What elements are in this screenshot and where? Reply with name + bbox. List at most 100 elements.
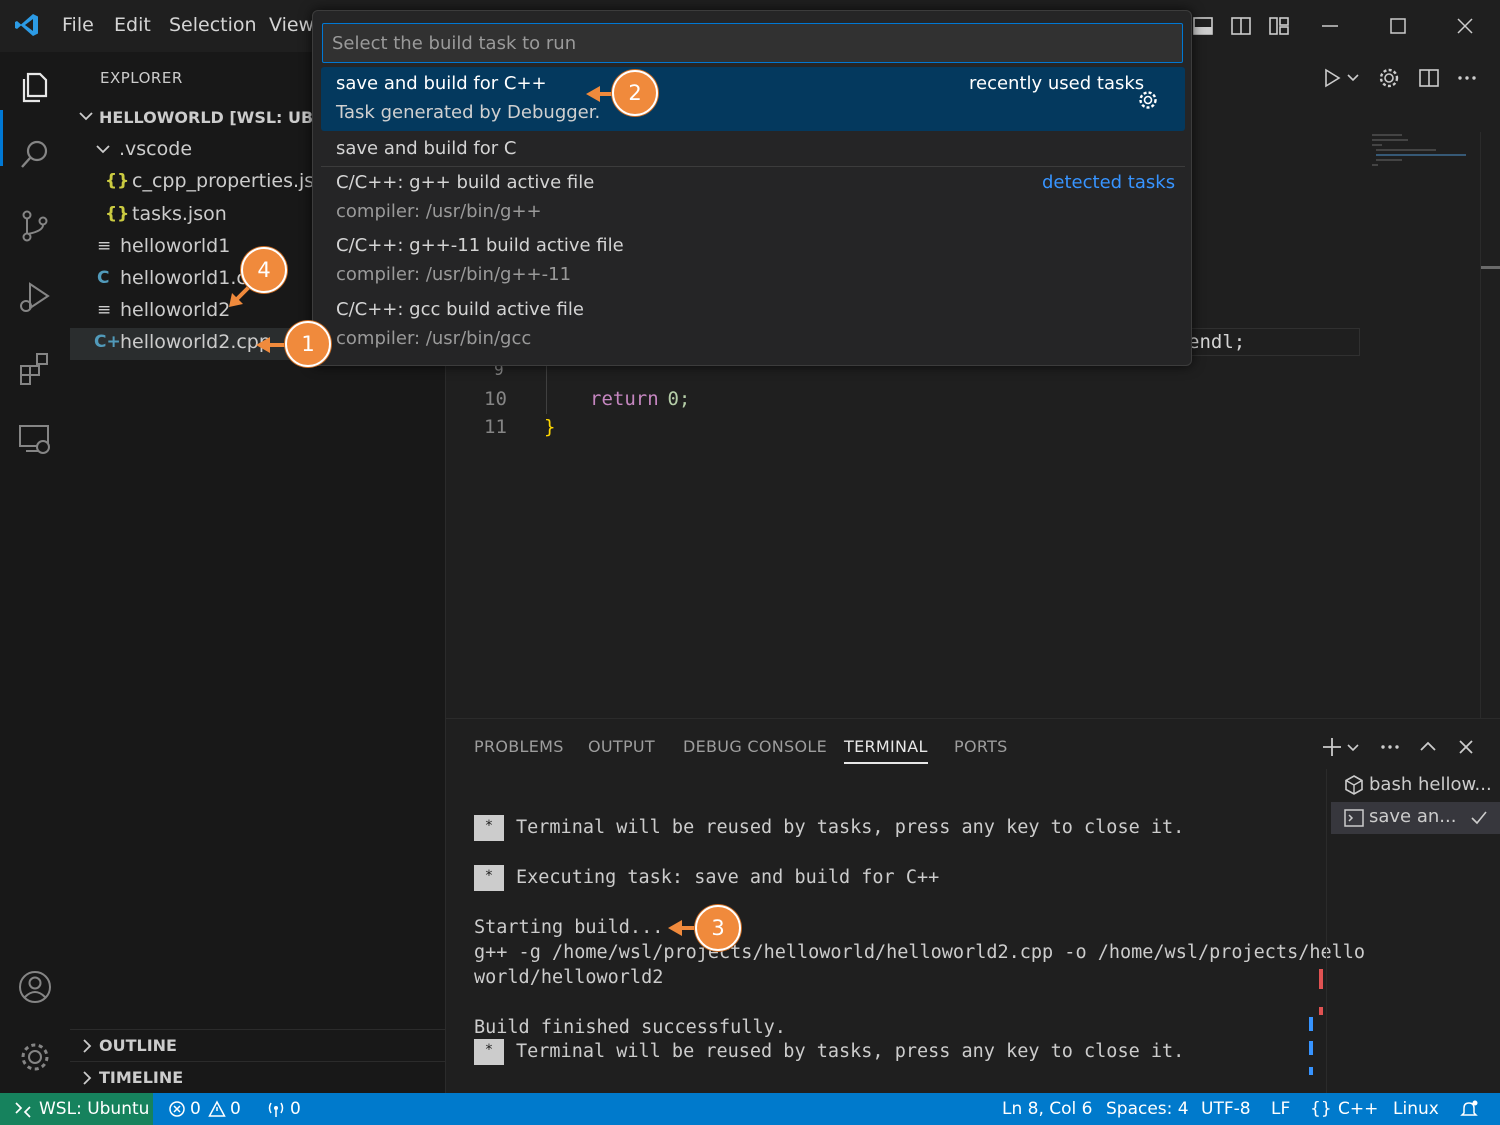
braces-icon: {}: [1310, 1099, 1332, 1119]
remote-indicator[interactable]: WSL: Ubuntu: [0, 1093, 153, 1125]
terminal-tabs-list: bash hellow... save an...: [1326, 769, 1500, 1094]
quick-pick-item-gpp-build[interactable]: C/C++: g++ build active file compiler: /…: [321, 169, 1185, 229]
quick-pick-item-save-build-cpp[interactable]: save and build for C++ Task generated by…: [321, 67, 1185, 131]
remote-explorer-icon[interactable]: [16, 420, 54, 458]
toggle-panel-icon[interactable]: [1191, 14, 1215, 38]
line-number: 10: [484, 388, 507, 410]
separator: [321, 166, 1185, 167]
terminal-tab-task[interactable]: save an...: [1331, 802, 1500, 834]
status-bar: WSL: Ubuntu 0 0 0 Ln 8, Col 6 Spaces: 4 …: [0, 1093, 1500, 1125]
outline-section[interactable]: OUTLINE: [70, 1029, 446, 1061]
check-icon: [1471, 811, 1487, 825]
quick-pick-item-gcc-build[interactable]: C/C++: gcc build active file compiler: /…: [321, 296, 1185, 356]
quick-pick-item-label: C/C++: g++-11 build active file: [336, 235, 624, 256]
timeline-section[interactable]: TIMELINE: [70, 1061, 446, 1093]
configure-task-gear-icon[interactable]: [1137, 89, 1159, 111]
cursor-position[interactable]: Ln 8, Col 6: [1002, 1099, 1093, 1119]
platform[interactable]: Linux: [1393, 1099, 1439, 1119]
terminal-tab-label: bash hellow...: [1369, 774, 1492, 795]
customize-layout-icon[interactable]: [1267, 14, 1291, 38]
maximize-panel-icon[interactable]: [1416, 735, 1440, 759]
code-text: 0;: [656, 388, 691, 410]
tab-debug-console[interactable]: DEBUG CONSOLE: [683, 737, 827, 756]
binary-file-icon: ≡: [97, 236, 112, 256]
encoding[interactable]: UTF-8: [1201, 1099, 1251, 1119]
error-icon: [169, 1101, 185, 1117]
chevron-right-icon: [83, 1039, 92, 1053]
chevron-down-icon[interactable]: [1346, 66, 1360, 90]
quick-pick-item-description: compiler: /usr/bin/gcc: [336, 328, 532, 349]
active-indicator: [0, 110, 3, 166]
end-of-line[interactable]: LF: [1271, 1099, 1290, 1119]
gear-icon[interactable]: [1377, 66, 1401, 90]
tab-terminal[interactable]: TERMINAL: [844, 737, 928, 764]
terminal-line: g++ -g /home/wsl/projects/helloworld/hel…: [474, 942, 1366, 963]
code-brace: }: [544, 416, 556, 438]
toggle-secondary-sidebar-icon[interactable]: [1229, 14, 1253, 38]
maximize-icon[interactable]: [1384, 12, 1412, 40]
tab-output[interactable]: OUTPUT: [588, 737, 655, 756]
menu-selection[interactable]: Selection: [169, 14, 257, 36]
terminal-output[interactable]: * Terminal will be reused by tasks, press…: [446, 769, 1365, 1094]
callout-badge-4: 4: [241, 247, 287, 293]
manage-gear-icon[interactable]: [16, 1038, 54, 1076]
tree-item-label: helloworld2.cpp: [120, 331, 271, 353]
scroll-marker: [1309, 1041, 1313, 1055]
scroll-marker: [1319, 1007, 1323, 1015]
callout-1-arrowhead: [256, 337, 270, 353]
scroll-marker: [1319, 969, 1323, 989]
run-icon[interactable]: [1320, 66, 1344, 90]
close-window-icon[interactable]: [1451, 12, 1479, 40]
terminal-tab-label: save an...: [1369, 806, 1457, 827]
terminal-star: *: [474, 865, 504, 891]
scroll-marker: [1309, 1017, 1313, 1031]
bottom-panel: PROBLEMS OUTPUT DEBUG CONSOLE TERMINAL P…: [446, 718, 1500, 1094]
menu-view[interactable]: View: [269, 14, 314, 36]
activity-bar: [0, 52, 70, 1093]
explorer-files-icon[interactable]: [16, 68, 54, 106]
terminal-text: Terminal will be reused by tasks, press …: [516, 817, 1185, 838]
workspace-label: HELLOWORLD [WSL: UB...: [99, 108, 332, 127]
terminal-line: world/helloworld2: [474, 967, 664, 988]
menu-edit[interactable]: Edit: [114, 14, 151, 36]
timeline-label: TIMELINE: [99, 1068, 184, 1087]
new-terminal-icon[interactable]: [1320, 735, 1344, 759]
line-number: 11: [484, 416, 507, 438]
error-count: 0: [190, 1099, 201, 1119]
tab-ports[interactable]: PORTS: [954, 737, 1008, 756]
more-actions-icon[interactable]: [1378, 735, 1402, 759]
callout-badge-1: 1: [285, 321, 331, 367]
indentation[interactable]: Spaces: 4: [1106, 1099, 1189, 1119]
warning-count: 0: [230, 1099, 241, 1119]
quick-pick-item-save-build-c[interactable]: save and build for C: [321, 135, 1185, 165]
ports-indicator[interactable]: 0: [266, 1093, 306, 1125]
tab-problems[interactable]: PROBLEMS: [474, 737, 564, 756]
scrollbar-track[interactable]: [1480, 132, 1500, 718]
source-control-icon[interactable]: [16, 207, 54, 245]
problems-indicator[interactable]: 0 0: [166, 1093, 246, 1125]
accounts-icon[interactable]: [16, 968, 54, 1006]
search-icon[interactable]: [16, 136, 54, 174]
quick-pick-input[interactable]: [322, 23, 1183, 63]
ports-count: 0: [290, 1099, 301, 1119]
code-fragment-endl: endl;: [1188, 331, 1246, 353]
extensions-icon[interactable]: [16, 349, 54, 387]
split-editor-icon[interactable]: [1417, 66, 1441, 90]
notifications-bell-icon[interactable]: [1459, 1099, 1479, 1119]
close-panel-icon[interactable]: [1454, 735, 1478, 759]
tree-item-label: c_cpp_properties.json: [132, 170, 338, 192]
terminal-tab-bash[interactable]: bash hellow...: [1331, 770, 1500, 802]
callout-2-arrowhead: [586, 86, 600, 102]
quick-pick-item-description: compiler: /usr/bin/g++: [336, 201, 542, 222]
terminal-line: * Terminal will be reused by tasks, press…: [474, 815, 1184, 841]
language-mode[interactable]: C++: [1338, 1099, 1378, 1119]
minimize-icon[interactable]: [1316, 12, 1344, 40]
more-actions-icon[interactable]: [1455, 66, 1479, 90]
minimap[interactable]: [1370, 132, 1480, 172]
run-and-debug-icon[interactable]: [16, 278, 54, 316]
chevron-right-icon: [83, 1071, 92, 1085]
quick-pick-item-gpp11-build[interactable]: C/C++: g++-11 build active file compiler…: [321, 232, 1185, 292]
cpp-file-icon: C+: [94, 332, 121, 352]
menu-file[interactable]: File: [62, 14, 94, 36]
chevron-down-icon[interactable]: [1346, 735, 1360, 759]
